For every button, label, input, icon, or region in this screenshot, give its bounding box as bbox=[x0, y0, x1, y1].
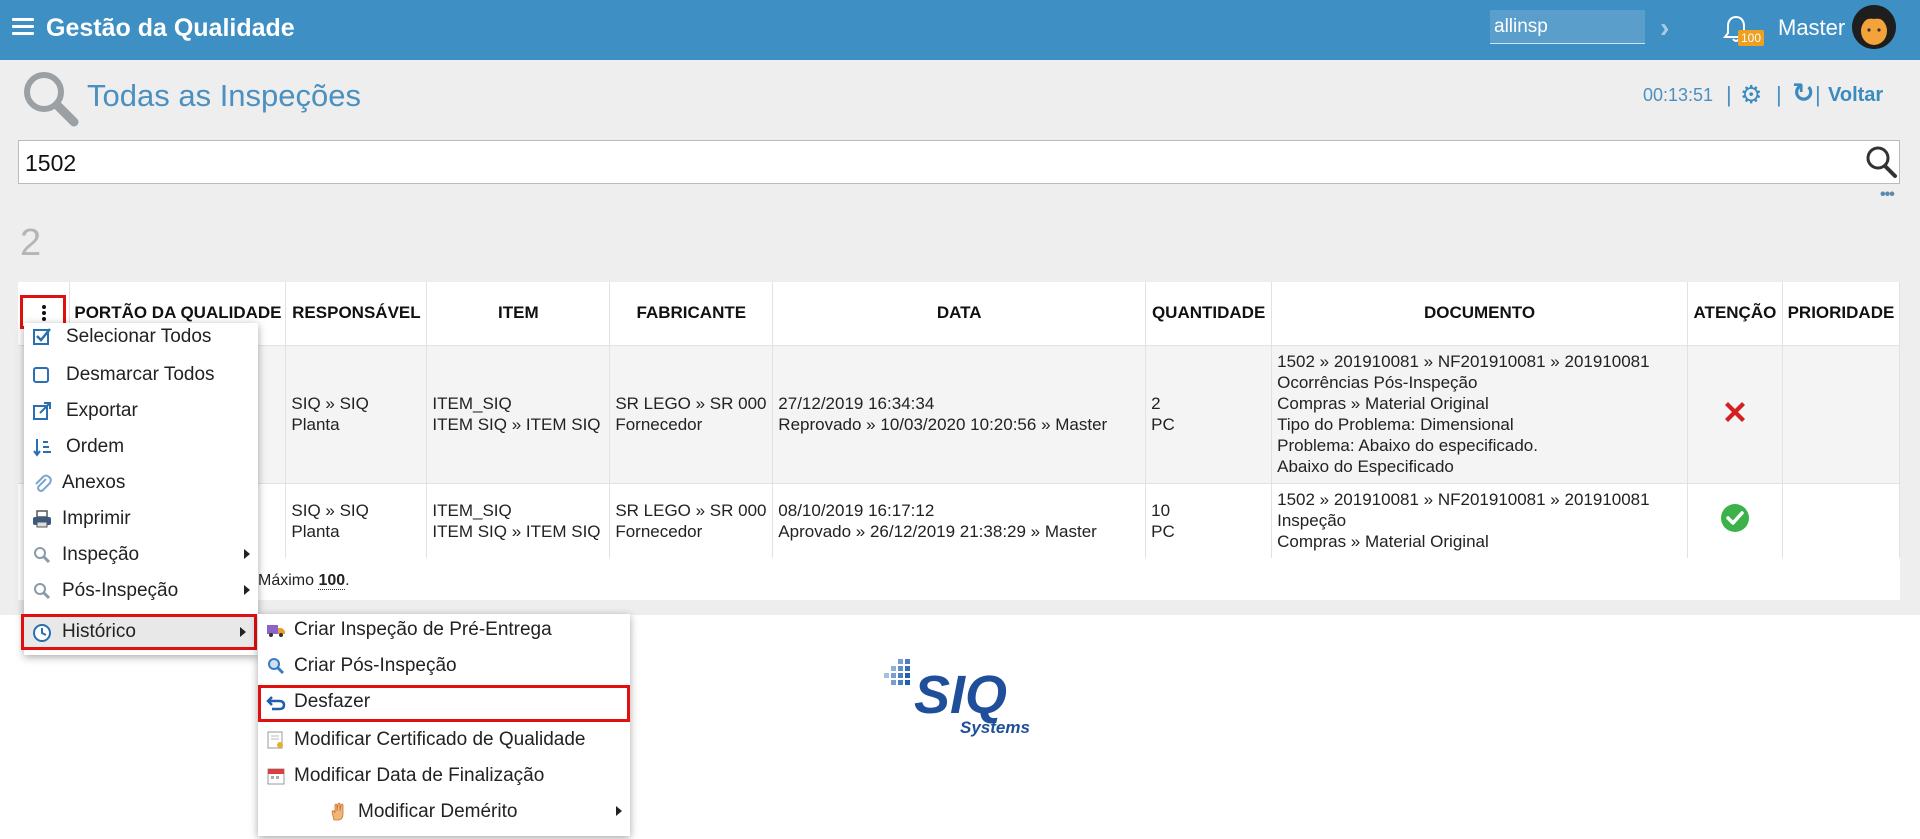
documento-cell: 1502 » 201910081 » NF201910081 » 2019100… bbox=[1271, 344, 1688, 483]
certificate-icon bbox=[267, 731, 283, 749]
col-header-data[interactable]: DATA bbox=[772, 282, 1147, 345]
max-results-note: Máximo 100. bbox=[258, 572, 350, 590]
submenu-arrow-icon bbox=[616, 806, 622, 816]
paperclip-icon bbox=[35, 474, 52, 492]
quick-search-input[interactable]: allinsp bbox=[1490, 10, 1645, 44]
col-header-responsavel[interactable]: RESPONSÁVEL bbox=[285, 282, 428, 345]
menu-item-history[interactable]: Histórico bbox=[21, 614, 257, 650]
submenu-arrow-icon bbox=[240, 627, 246, 637]
responsavel-cell: SIQ » SIQ Planta bbox=[285, 344, 428, 483]
fabricante-cell: SR LEGO » SR 000 Fornecedor bbox=[609, 482, 774, 558]
menu-item-print[interactable]: Imprimir bbox=[24, 503, 258, 537]
submenu-arrow-icon bbox=[244, 585, 250, 595]
submenu-item-modify-demerit[interactable]: Modificar Demérito bbox=[258, 796, 630, 830]
menu-item-post-inspection[interactable]: Pós-Inspeção bbox=[24, 575, 258, 609]
submenu-item-undo[interactable]: Desfazer bbox=[258, 685, 630, 722]
session-timer: 00:13:51 bbox=[1643, 85, 1714, 105]
col-header-item[interactable]: ITEM bbox=[426, 282, 611, 345]
gear-icon[interactable]: ⚙ bbox=[1740, 80, 1762, 110]
data-cell: 27/12/2019 16:34:34 Reprovado » 10/03/202… bbox=[772, 344, 1147, 483]
calendar-icon bbox=[267, 768, 285, 785]
menu-item-attachments[interactable]: Anexos bbox=[24, 467, 258, 501]
submenu-item-modify-certificate[interactable]: Modificar Certificado de Qualidade bbox=[258, 724, 630, 758]
search-icon[interactable] bbox=[1864, 144, 1898, 180]
user-name[interactable]: Master bbox=[1778, 15, 1845, 41]
menu-item-deselect-all[interactable]: Desmarcar Todos bbox=[24, 359, 258, 393]
col-header-atencao[interactable]: ATENÇÃO bbox=[1687, 282, 1783, 345]
responsavel-cell: SIQ » SIQ Planta bbox=[285, 482, 428, 558]
table-row[interactable]: SIQ » SIQ Planta ITEM_SIQ ITEM SIQ » ITEM … bbox=[18, 482, 1901, 558]
history-submenu: Criar Inspeção de Pré-Entrega Criar Pós-… bbox=[258, 614, 630, 836]
submenu-item-modify-finish-date[interactable]: Modificar Data de Finalização bbox=[258, 760, 630, 794]
magnifier-icon bbox=[34, 583, 51, 600]
col-header-fabricante[interactable]: FABRICANTE bbox=[609, 282, 774, 345]
search-input[interactable]: 1502 bbox=[18, 140, 1900, 184]
data-cell: 08/10/2019 16:17:12 Aprovado » 26/12/2019… bbox=[772, 482, 1147, 558]
separator: | bbox=[1726, 82, 1732, 107]
fabricante-cell: SR LEGO » SR 000 Fornecedor bbox=[609, 344, 774, 483]
documento-cell: 1502 » 201910081 » NF201910081 » 2019100… bbox=[1271, 482, 1688, 558]
item-cell: ITEM_SIQ ITEM SIQ » ITEM SIQ bbox=[426, 344, 611, 483]
back-link[interactable]: Voltar bbox=[1828, 84, 1883, 107]
hand-icon bbox=[331, 802, 344, 821]
result-count: 2 bbox=[20, 222, 42, 264]
col-header-quantidade[interactable]: QUANTIDADE bbox=[1145, 282, 1273, 345]
top-bar: Gestão da Qualidade allinsp › 100 Master bbox=[0, 0, 1920, 60]
rejected-icon bbox=[1724, 401, 1745, 422]
atencao-cell bbox=[1687, 482, 1783, 558]
table-context-menu: Selecionar Todos Desmarcar Todos Exporta… bbox=[21, 323, 258, 655]
submenu-item-create-pre-delivery[interactable]: Criar Inspeção de Pré-Entrega bbox=[258, 614, 630, 648]
inspections-table: PORTÃO DA QUALIDADE RESPONSÁVEL ITEM FAB… bbox=[18, 282, 1901, 600]
menu-item-inspection[interactable]: Inspeção bbox=[24, 539, 258, 573]
avatar[interactable] bbox=[1852, 5, 1896, 49]
col-header-prioridade[interactable]: PRIORIDADE bbox=[1782, 282, 1901, 345]
refresh-icon[interactable]: ↻ bbox=[1792, 78, 1815, 109]
printer-icon bbox=[33, 510, 51, 528]
separator: | bbox=[1776, 82, 1782, 107]
submenu-item-create-post-inspection[interactable]: Criar Pós-Inspeção bbox=[258, 650, 630, 684]
col-header-documento[interactable]: DOCUMENTO bbox=[1271, 282, 1688, 345]
hamburger-menu-icon[interactable] bbox=[12, 18, 34, 36]
clock-icon bbox=[33, 624, 51, 642]
prioridade-cell bbox=[1782, 482, 1901, 558]
app-title: Gestão da Qualidade bbox=[46, 14, 295, 42]
separator: | bbox=[1815, 82, 1821, 107]
sort-icon bbox=[33, 439, 51, 457]
more-options-icon[interactable]: ••• bbox=[1880, 186, 1895, 204]
logo-text: SIQ bbox=[914, 665, 1007, 725]
siq-logo: SIQ Systems bbox=[884, 659, 1030, 737]
menu-item-order[interactable]: Ordem bbox=[24, 431, 258, 465]
magnifier-icon bbox=[268, 658, 285, 675]
menu-item-export[interactable]: Exportar bbox=[24, 395, 258, 429]
item-cell: ITEM_SIQ ITEM SIQ » ITEM SIQ bbox=[426, 482, 611, 558]
checkbox-checked-icon bbox=[33, 328, 51, 345]
logo-subtext: Systems bbox=[960, 718, 1030, 737]
export-icon bbox=[33, 402, 51, 420]
quantidade-cell: 2 PC bbox=[1145, 344, 1273, 483]
menu-item-select-all[interactable]: Selecionar Todos bbox=[24, 323, 258, 357]
magnifier-icon bbox=[34, 547, 51, 564]
magnifier-icon bbox=[24, 72, 79, 127]
prioridade-cell bbox=[1782, 344, 1901, 483]
chevron-right-icon[interactable]: › bbox=[1660, 12, 1669, 44]
page-title: Todas as Inspeções bbox=[87, 78, 362, 113]
approved-icon bbox=[1720, 504, 1749, 533]
notification-badge: 100 bbox=[1738, 30, 1765, 46]
truck-icon bbox=[267, 625, 285, 637]
quantidade-cell: 10 PC bbox=[1145, 482, 1273, 558]
undo-icon bbox=[266, 696, 286, 711]
submenu-arrow-icon bbox=[244, 549, 250, 559]
checkbox-empty-icon bbox=[33, 367, 49, 383]
atencao-cell bbox=[1687, 344, 1783, 483]
table-row[interactable]: SIQ » SIQ Planta ITEM_SIQ ITEM SIQ » ITEM … bbox=[18, 344, 1901, 483]
